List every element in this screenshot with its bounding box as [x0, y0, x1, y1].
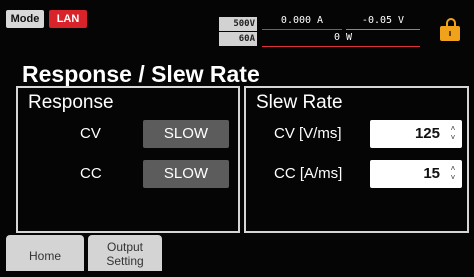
- current-rating: 60A: [219, 32, 257, 46]
- current-reading: 0.000 A: [280, 15, 324, 26]
- voltage-underline: [346, 29, 420, 30]
- voltage-reading: -0.05 V: [361, 15, 405, 26]
- power-underline: [262, 46, 420, 47]
- current-underline: [262, 29, 342, 30]
- slew-cv-spinbox[interactable]: 125 ˄ ˅: [370, 120, 462, 148]
- mode-badge[interactable]: Mode: [6, 10, 44, 28]
- slew-cc-spinbox[interactable]: 15 ˄ ˅: [370, 160, 462, 188]
- tab-output-setting[interactable]: Output Setting: [88, 235, 162, 271]
- response-cv-button[interactable]: SLOW: [143, 120, 229, 148]
- lan-badge: LAN: [49, 10, 87, 28]
- unlocked-padlock-icon[interactable]: [440, 18, 460, 41]
- tab-output-label-line1: Output: [106, 240, 144, 254]
- up-down-chevron-icon[interactable]: ˄ ˅: [449, 124, 457, 142]
- slew-rate-panel: Slew Rate CV [V/ms] 125 ˄ ˅ CC [A/ms] 15 …: [244, 86, 469, 233]
- tab-output-label-line2: Setting: [106, 254, 144, 268]
- power-reading: 0 W: [333, 32, 353, 43]
- response-title: Response: [28, 92, 114, 113]
- response-cc-label: CC: [80, 165, 102, 182]
- voltage-rating: 500V: [219, 17, 257, 31]
- slew-cc-label: CC [A/ms]: [274, 165, 343, 182]
- up-down-chevron-icon[interactable]: ˄ ˅: [449, 164, 457, 182]
- slew-cc-value: 15: [423, 165, 440, 182]
- response-panel: Response CV SLOW CC SLOW: [16, 86, 240, 233]
- response-cc-button[interactable]: SLOW: [143, 160, 229, 188]
- slew-cv-label: CV [V/ms]: [274, 125, 342, 142]
- page-title: Response / Slew Rate: [22, 61, 260, 87]
- slew-rate-title: Slew Rate: [256, 92, 343, 113]
- slew-cv-value: 125: [414, 125, 440, 142]
- response-cv-label: CV: [80, 125, 101, 142]
- tab-home[interactable]: Home: [6, 235, 84, 271]
